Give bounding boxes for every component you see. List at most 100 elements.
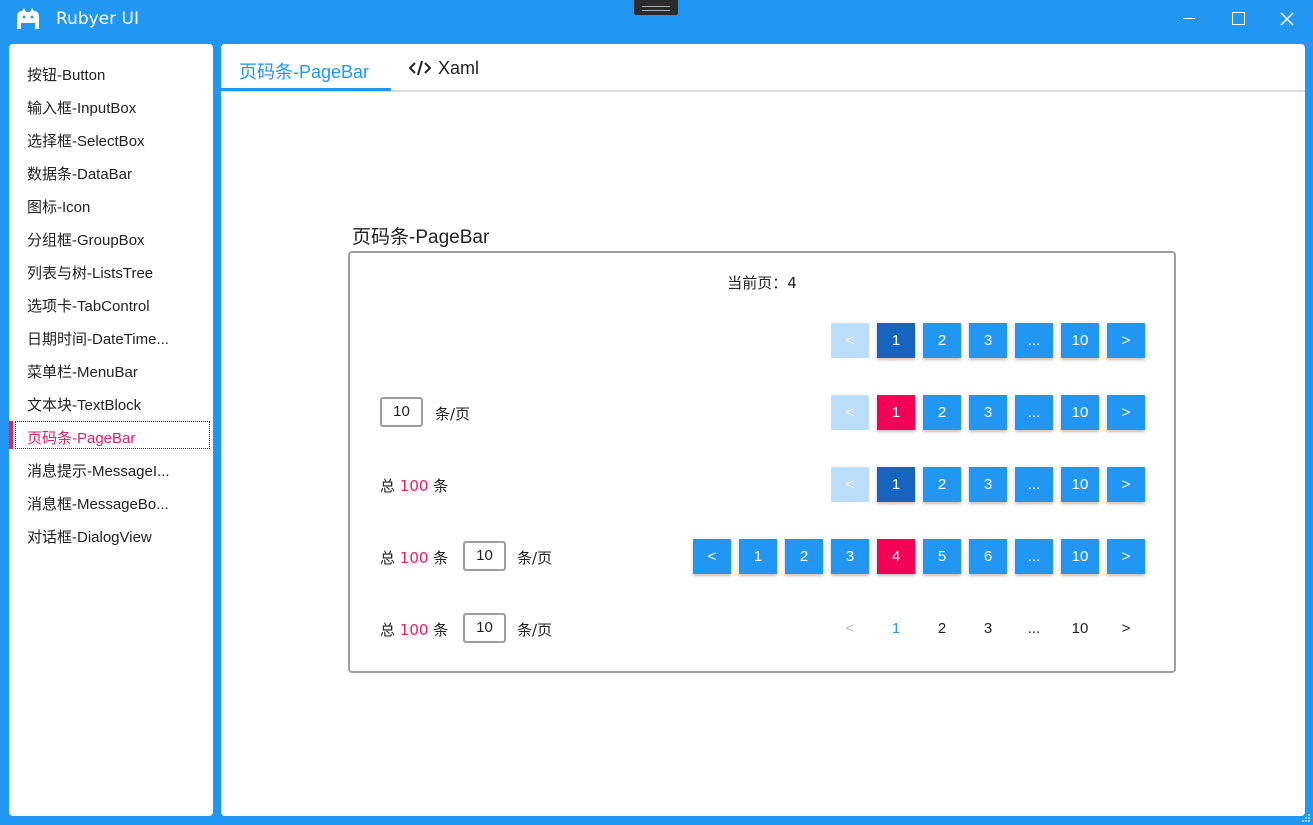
page-button[interactable]: 1	[739, 539, 777, 574]
minimize-button[interactable]	[1166, 0, 1212, 38]
sidebar-item-label: 数据条-DataBar	[27, 166, 133, 183]
sidebar-item-label: 文本块-TextBlock	[27, 397, 142, 414]
prev-page-button[interactable]: <	[831, 467, 869, 502]
per-page-label: 条/页	[517, 549, 553, 567]
sidebar-item-selectbox[interactable]: 选择框-SelectBox	[9, 124, 213, 154]
sidebar-item-label: 列表与树-ListsTree	[27, 265, 154, 282]
title-bar[interactable]: Rubyer UI	[0, 0, 1313, 38]
page-button[interactable]: 10	[1061, 467, 1099, 502]
page-button[interactable]: 10	[1061, 611, 1099, 646]
page-size-input[interactable]: 10	[463, 613, 506, 643]
sidebar-item-datetime[interactable]: 日期时间-DateTime...	[9, 322, 213, 352]
sidebar-item-label: 选择框-SelectBox	[27, 133, 145, 150]
page-button[interactable]: 1	[877, 395, 915, 430]
page-button[interactable]: 5	[923, 539, 961, 574]
app-title: Rubyer UI	[56, 9, 139, 29]
prev-page-button[interactable]: <	[831, 611, 869, 646]
sidebar-item-icon[interactable]: 图标-Icon	[9, 190, 213, 220]
tab-label: 页码条-PageBar	[239, 62, 370, 82]
page-button[interactable]: 10	[1061, 323, 1099, 358]
sidebar-item-liststree[interactable]: 列表与树-ListsTree	[9, 256, 213, 286]
maximize-button[interactable]	[1215, 0, 1261, 38]
pagebar-row-pagesize: 10 条/页 < 1 2 3 ... 10 >	[350, 394, 1174, 432]
page-button[interactable]: 2	[923, 467, 961, 502]
page-button[interactable]: 10	[1061, 395, 1099, 430]
resize-grip-icon[interactable]	[1301, 813, 1311, 823]
page-button[interactable]: 3	[969, 323, 1007, 358]
code-icon	[409, 60, 431, 76]
tab-pagebar[interactable]: 页码条-PageBar	[221, 44, 391, 92]
sidebar-item-button[interactable]: 按钮-Button	[9, 58, 213, 88]
page-size-input[interactable]: 10	[380, 397, 423, 427]
sidebar-item-messageinfo[interactable]: 消息提示-MessageI...	[9, 454, 213, 484]
sidebar-item-pagebar[interactable]: 页码条-PageBar	[9, 421, 213, 451]
sidebar-item-tabcontrol[interactable]: 选项卡-TabControl	[9, 289, 213, 319]
total-count: 100	[399, 549, 429, 567]
page-button[interactable]: 3	[969, 611, 1007, 646]
total-prefix: 总	[380, 477, 396, 495]
sidebar-item-inputbox[interactable]: 输入框-InputBox	[9, 91, 213, 121]
page-button[interactable]: 2	[923, 611, 961, 646]
page-button[interactable]: 3	[831, 539, 869, 574]
sidebar-item-label: 消息提示-MessageI...	[27, 463, 170, 480]
tab-label: Xaml	[438, 58, 480, 78]
minimize-icon	[1183, 18, 1195, 19]
page-button[interactable]: 1	[877, 467, 915, 502]
prev-page-button[interactable]: <	[831, 323, 869, 358]
next-page-button[interactable]: >	[1107, 395, 1145, 430]
sidebar-item-dialogview[interactable]: 对话框-DialogView	[9, 520, 213, 550]
total-label: 总 100 条	[380, 547, 448, 568]
ellipsis-button[interactable]: ...	[1015, 467, 1053, 502]
total-count: 100	[399, 477, 429, 495]
total-suffix: 条	[433, 477, 449, 495]
page-button[interactable]: 1	[877, 611, 915, 646]
main-panel: 页码条-PageBar Xaml 页码条-PageBar 当前页：4 < 1 2…	[221, 44, 1305, 816]
drag-handle[interactable]	[634, 0, 678, 15]
sidebar-item-label: 对话框-DialogView	[27, 529, 152, 546]
next-page-button[interactable]: >	[1107, 467, 1145, 502]
total-suffix: 条	[433, 621, 449, 639]
total-count: 100	[399, 621, 429, 639]
total-prefix: 总	[380, 549, 396, 567]
next-page-button[interactable]: >	[1107, 539, 1145, 574]
pagebar-row-basic: < 1 2 3 ... 10 >	[350, 322, 1174, 360]
sidebar-item-label: 页码条-PageBar	[27, 430, 136, 447]
page-button[interactable]: 4	[877, 539, 915, 574]
next-page-button[interactable]: >	[1107, 323, 1145, 358]
ellipsis-button[interactable]: ...	[1015, 611, 1053, 646]
sidebar-item-databar[interactable]: 数据条-DataBar	[9, 157, 213, 187]
page-button[interactable]: 2	[785, 539, 823, 574]
per-page-label: 条/页	[517, 621, 553, 639]
page-button[interactable]: 2	[923, 323, 961, 358]
page-button[interactable]: 3	[969, 467, 1007, 502]
app-logo-icon	[17, 8, 39, 29]
ellipsis-button[interactable]: ...	[1015, 323, 1053, 358]
total-suffix: 条	[433, 549, 449, 567]
sidebar-item-messagebox[interactable]: 消息框-MessageBo...	[9, 487, 213, 517]
sidebar-item-menubar[interactable]: 菜单栏-MenuBar	[9, 355, 213, 385]
sidebar-item-groupbox[interactable]: 分组框-GroupBox	[9, 223, 213, 253]
close-icon	[1280, 12, 1294, 26]
next-page-button[interactable]: >	[1107, 611, 1145, 646]
page-size-input[interactable]: 10	[463, 541, 506, 571]
sidebar-item-label: 分组框-GroupBox	[27, 232, 145, 249]
total-label: 总 100 条	[380, 475, 448, 496]
page-button[interactable]: 3	[969, 395, 1007, 430]
tab-xaml[interactable]: Xaml	[407, 44, 497, 92]
page-button[interactable]: 10	[1061, 539, 1099, 574]
page-button[interactable]: 2	[923, 395, 961, 430]
ellipsis-button[interactable]: ...	[1015, 539, 1053, 574]
sidebar-item-label: 按钮-Button	[27, 67, 106, 84]
ellipsis-button[interactable]: ...	[1015, 395, 1053, 430]
sidebar-item-label: 选项卡-TabControl	[27, 298, 150, 315]
prev-page-button[interactable]: <	[831, 395, 869, 430]
total-prefix: 总	[380, 621, 396, 639]
prev-page-button[interactable]: <	[693, 539, 731, 574]
close-button[interactable]	[1264, 0, 1310, 38]
active-indicator	[9, 421, 13, 449]
sidebar-item-label: 图标-Icon	[27, 199, 91, 216]
page-button[interactable]: 6	[969, 539, 1007, 574]
page-button[interactable]: 1	[877, 323, 915, 358]
sidebar-item-textblock[interactable]: 文本块-TextBlock	[9, 388, 213, 418]
pagebar-row-full: 总 100 条 10 条/页 < 1 2 3 4 5 6 ... 10 >	[350, 538, 1174, 576]
